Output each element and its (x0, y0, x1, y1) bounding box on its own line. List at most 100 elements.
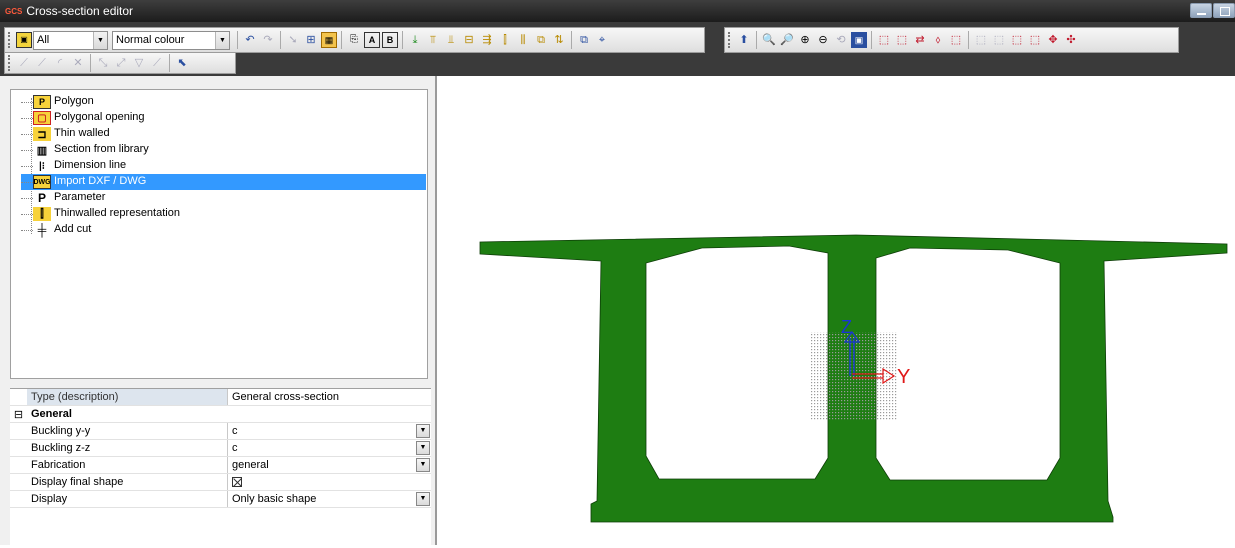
pick-node-icon[interactable]: ⬉ (174, 55, 190, 71)
tree-item[interactable]: DWG Import DXF / DWG (21, 174, 426, 190)
tree-item-label: Dimension line (54, 159, 127, 171)
property-value[interactable]: Only basic shape ▼ (229, 491, 431, 507)
row-marker (10, 474, 27, 491)
chevron-down-icon[interactable]: ▼ (416, 441, 430, 455)
text-b-icon[interactable]: B (382, 32, 398, 48)
mirror-icon[interactable]: ⇅ (551, 32, 567, 48)
grid-icon[interactable]: ⊞ (303, 32, 319, 48)
maximize-button[interactable] (1213, 3, 1235, 18)
toolbar-separator (571, 31, 572, 49)
toolbar-separator (341, 31, 342, 49)
property-key: Buckling y-y (27, 423, 228, 439)
property-group-general[interactable]: ⊟ General (10, 406, 431, 423)
pan-icon[interactable]: ⬆ (736, 32, 752, 48)
property-value[interactable]: general ▼ (229, 457, 431, 473)
select-filter-icon[interactable]: ▣ (16, 32, 32, 48)
polyline-icon[interactable]: ⟋ (34, 55, 50, 71)
align-top-icon[interactable]: ⫪ (425, 32, 441, 48)
property-value[interactable] (229, 474, 431, 490)
property-row[interactable]: Fabrication general ▼ (10, 457, 431, 474)
node-move-icon[interactable]: ⇄ (912, 32, 928, 48)
text-a-icon[interactable]: A (364, 32, 380, 48)
zoom-previous-icon[interactable]: ⟲ (833, 32, 849, 48)
title-bar: GCS Cross-section editor (0, 0, 1235, 22)
toolbar-separator (90, 54, 91, 72)
tree-item[interactable]: P Polygon (21, 94, 426, 110)
view-3d-icon[interactable]: ▣ (851, 32, 867, 48)
chevron-down-icon[interactable]: ▼ (416, 492, 430, 506)
redo-icon[interactable]: ↷ (260, 32, 276, 48)
move-icon[interactable]: ⤡ (95, 55, 111, 71)
minimize-button[interactable] (1190, 3, 1212, 18)
tree-item[interactable]: ╪ Add cut (21, 222, 426, 238)
property-value-text: general (232, 459, 269, 471)
delete-icon[interactable]: ✕ (70, 55, 86, 71)
edge-split-icon[interactable]: ⬚ (1027, 32, 1043, 48)
snap-grid-icon[interactable]: ✣ (1063, 32, 1079, 48)
node-edit-icon[interactable]: ⬨ (930, 32, 946, 48)
snap-point-icon[interactable]: ✥ (1045, 32, 1061, 48)
property-value-text: c (232, 442, 238, 454)
dwg-icon: DWG (33, 175, 51, 189)
zoom-in-icon[interactable]: 🔍 (761, 32, 777, 48)
stretch-icon[interactable]: ▽ (131, 55, 147, 71)
distribute-icon[interactable]: ⇶ (479, 32, 495, 48)
zoom-out-icon[interactable]: 🔎 (779, 32, 795, 48)
node-add-icon[interactable]: ⬚ (894, 32, 910, 48)
drawing-canvas[interactable]: Z Y (439, 76, 1235, 545)
colour-select[interactable]: Normal colour ▼ (112, 30, 230, 50)
align-center-icon[interactable]: ⫫ (443, 32, 459, 48)
spacing-icon[interactable]: ⫿ (497, 32, 513, 48)
tree-item[interactable]: P Parameter (21, 190, 426, 206)
edge-icon[interactable]: ⬚ (973, 32, 989, 48)
match-width-icon[interactable]: ⫼ (515, 32, 531, 48)
property-row[interactable]: Buckling y-y c ▼ (10, 423, 431, 440)
display-final-shape-checkbox[interactable] (232, 477, 242, 487)
arc-icon[interactable]: ◜ (52, 55, 68, 71)
toolbar-grip[interactable] (728, 32, 732, 48)
property-value-text: Only basic shape (232, 493, 317, 505)
chevron-down-icon[interactable]: ▼ (416, 458, 430, 472)
node-select-icon[interactable]: ⬚ (876, 32, 892, 48)
edge-move-icon[interactable]: ⬚ (991, 32, 1007, 48)
line-icon[interactable]: ⟋ (16, 55, 32, 71)
select-icon[interactable]: ➘ (285, 32, 301, 48)
property-value[interactable]: General cross-section (229, 389, 431, 405)
property-row[interactable]: Buckling z-z c ▼ (10, 440, 431, 457)
copy-icon[interactable]: ⧉ (576, 32, 592, 48)
zoom-window-icon[interactable]: ⊖ (815, 32, 831, 48)
edge-insert-icon[interactable]: ⬚ (1009, 32, 1025, 48)
measure-icon[interactable]: ⌖ (594, 32, 610, 48)
match-height-icon[interactable]: ⧉ (533, 32, 549, 48)
tree-item[interactable]: ⫿ Thinwalled representation (21, 206, 426, 222)
property-row[interactable]: Display final shape (10, 474, 431, 491)
align-bottom-icon[interactable]: ⤓ (407, 32, 423, 48)
tree-item[interactable]: ⊐ Thin walled (21, 126, 426, 142)
chevron-down-icon[interactable]: ▼ (416, 424, 430, 438)
node-delete-icon[interactable]: ⬚ (948, 32, 964, 48)
rotate-icon[interactable]: ⤢ (113, 55, 129, 71)
align-middle-icon[interactable]: ⊟ (461, 32, 477, 48)
insert-tree: P Polygon ▢ Polygonal opening ⊐ Thin walled ▥ S… (10, 89, 428, 379)
chevron-down-icon[interactable]: ▼ (93, 31, 107, 49)
toolbar-grip[interactable] (8, 55, 12, 71)
tree-item[interactable]: ▢ Polygonal opening (21, 110, 426, 126)
tree-item[interactable]: |⁝ Dimension line (21, 158, 426, 174)
hatch-icon[interactable]: ▦ (321, 32, 337, 48)
property-row[interactable]: Display Only basic shape ▼ (10, 491, 431, 508)
label-icon[interactable]: ⎘ (346, 32, 362, 48)
y-axis-label: Y (897, 366, 910, 388)
property-value[interactable]: c ▼ (229, 440, 431, 456)
zoom-all-icon[interactable]: ⊕ (797, 32, 813, 48)
offset-icon[interactable]: ⟋ (149, 55, 165, 71)
collapse-icon[interactable]: ⊟ (10, 406, 27, 423)
toolbar-grip[interactable] (8, 32, 12, 48)
chevron-down-icon[interactable]: ▼ (215, 31, 229, 49)
edit-toolbar: ⟋ ⟋ ◜ ✕ ⤡ ⤢ ▽ ⟋ ⬉ (4, 52, 236, 74)
tree-item[interactable]: ▥ Section from library (21, 142, 426, 158)
tree-item-label: Thin walled (54, 127, 110, 139)
filter-select[interactable]: All ▼ (33, 30, 108, 50)
colour-select-value: Normal colour (116, 34, 185, 46)
undo-icon[interactable]: ↶ (242, 32, 258, 48)
property-value[interactable]: c ▼ (229, 423, 431, 439)
